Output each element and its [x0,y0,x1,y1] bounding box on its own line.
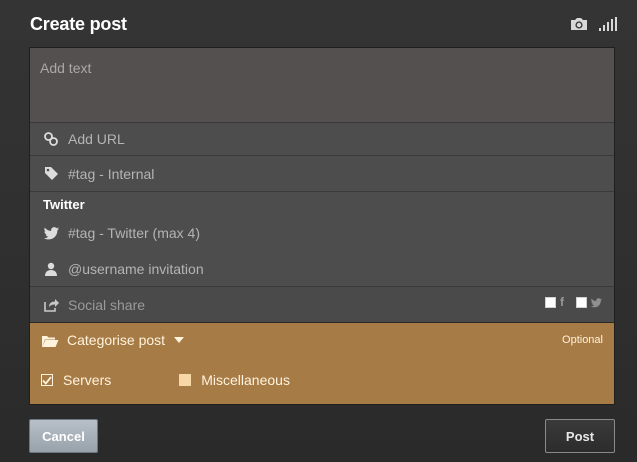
servers-label: Servers [63,372,112,388]
header-icons [569,16,617,32]
chevron-down-icon[interactable] [174,337,185,343]
create-post-dialog: Create post Add text Add URL #tag - Inte… [0,0,637,462]
twitter-section: Twitter #tag - Twitter (max 4) @username… [30,192,614,287]
tag-icon [43,166,59,182]
url-placeholder: Add URL [68,131,125,147]
share-icon [43,297,59,313]
post-text-input[interactable]: Add text [30,48,614,123]
twitter-username-placeholder: @username invitation [68,261,204,277]
category-option-miscellaneous[interactable]: Miscellaneous [179,372,290,388]
social-share-options: f [545,295,602,309]
categorise-post-toggle[interactable]: Categorise post [42,332,185,348]
user-icon [43,261,59,277]
twitter-share-checkbox[interactable] [576,297,587,308]
internal-tag-placeholder: #tag - Internal [68,165,155,182]
post-button[interactable]: Post [545,419,615,453]
folder-open-icon [42,334,59,347]
post-form-panel: Add text Add URL #tag - Internal Twitter [29,47,615,405]
optional-label: Optional [562,334,603,346]
facebook-icon: f [560,295,564,309]
post-text-placeholder: Add text [40,60,92,76]
twitter-section-title: Twitter [43,197,85,212]
miscellaneous-label: Miscellaneous [201,372,290,388]
dialog-title: Create post [30,14,127,34]
category-option-servers[interactable]: Servers [41,372,111,388]
twitter-tag-field[interactable]: #tag - Twitter (max 4) [30,222,614,244]
cancel-button[interactable]: Cancel [29,419,98,453]
camera-icon[interactable] [569,16,589,32]
social-share-label: Social share [68,296,146,313]
link-icon [43,131,59,147]
internal-tag-field[interactable]: #tag - Internal [30,156,614,192]
category-section: Categorise post Optional Servers Miscell… [30,322,614,404]
miscellaneous-checkbox[interactable] [179,374,192,386]
url-field[interactable]: Add URL [30,123,614,156]
twitter-username-field[interactable]: @username invitation [30,258,614,280]
twitter-bird-icon [43,225,59,241]
twitter-share-icon [591,297,602,308]
category-options: Servers Miscellaneous [41,372,290,388]
twitter-tag-placeholder: #tag - Twitter (max 4) [68,225,201,241]
categorise-post-label: Categorise post [67,332,166,348]
servers-checkbox[interactable] [41,374,53,386]
signal-icon [599,17,617,31]
facebook-share-checkbox[interactable] [545,297,556,308]
social-share-row: Social share f [30,287,614,322]
